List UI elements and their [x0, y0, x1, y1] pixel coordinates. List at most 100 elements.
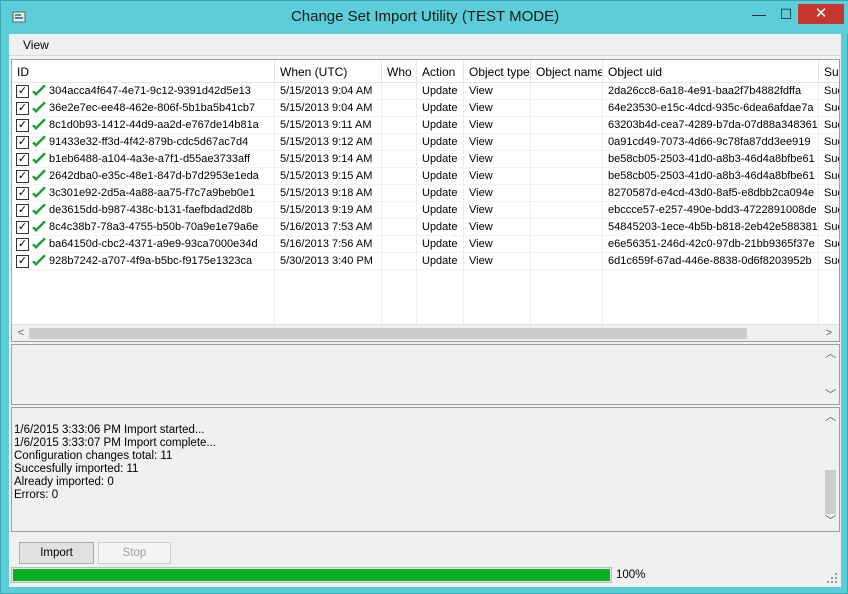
cell-id: ✓ 928b7242-a707-4f9a-b5bc-f9175e1323ca [12, 253, 275, 270]
detail-panel[interactable]: ︿ ﹀ [11, 344, 840, 405]
cell-object-type: View [464, 168, 531, 185]
cell-object-type: View [464, 100, 531, 117]
scrollbar-thumb[interactable] [29, 328, 747, 339]
cell-object-uid: 54845203-1ece-4b5b-b818-2eb42e588381 [603, 219, 819, 236]
cell-when: 5/16/2013 7:56 AM [275, 236, 382, 253]
column-header-object-type[interactable]: Object type [464, 60, 531, 83]
scroll-right-icon[interactable]: > [821, 326, 837, 341]
table-row[interactable]: ✓ 36e2e7ec-ee48-462e-806f-5b1ba5b41cb7 5/1… [12, 100, 839, 117]
scroll-left-icon[interactable]: < [13, 326, 29, 341]
cell-success: Suc [819, 100, 839, 117]
cell-object-name [531, 151, 603, 168]
cell-action: Update [417, 100, 464, 117]
resize-grip-icon[interactable] [827, 573, 838, 584]
cell-object-uid: e6e56351-246d-42c0-97db-21bb9365f37e [603, 236, 819, 253]
cell-success: Suc [819, 253, 839, 270]
row-checkbox[interactable]: ✓ [16, 85, 29, 98]
column-header-action[interactable]: Action [417, 60, 464, 83]
menu-view[interactable]: View [23, 38, 49, 52]
title-bar[interactable]: Change Set Import Utility (TEST MODE) — … [1, 1, 848, 34]
cell-id: ✓ ba64150d-cbc2-4371-a9e9-93ca7000e34d [12, 236, 275, 253]
change-id: 2642dba0-e35c-48e1-847d-b7d2953e1eda [49, 170, 259, 182]
cell-who [382, 202, 417, 219]
column-header-object-uid[interactable]: Object uid [603, 60, 819, 83]
cell-id: ✓ 3c301e92-2d5a-4a88-aa75-f7c7a9beb0e1 [12, 185, 275, 202]
cell-id: ✓ 91433e32-ff3d-4f42-879b-cdc5d67ac7d4 [12, 134, 275, 151]
change-id: 36e2e7ec-ee48-462e-806f-5b1ba5b41cb7 [49, 102, 256, 114]
column-header-when[interactable]: When (UTC) [275, 60, 382, 83]
table-row[interactable]: ✓ 3c301e92-2d5a-4a88-aa75-f7c7a9beb0e1 5/1… [12, 185, 839, 202]
stop-button[interactable]: Stop [98, 542, 171, 564]
column-header-who[interactable]: Who [382, 60, 417, 83]
cell-object-type: View [464, 253, 531, 270]
row-checkbox[interactable]: ✓ [16, 238, 29, 251]
scroll-up-icon[interactable]: ︿ [822, 347, 839, 362]
table-row[interactable]: ✓ b1eb6488-a104-4a3e-a7f1-d55ae3733aff 5/1… [12, 151, 839, 168]
cell-id: ✓ 36e2e7ec-ee48-462e-806f-5b1ba5b41cb7 [12, 100, 275, 117]
success-check-icon [32, 186, 46, 198]
scroll-down-icon[interactable]: ﹀ [822, 388, 839, 403]
scroll-down-icon[interactable]: ﹀ [822, 514, 839, 529]
table-row[interactable]: ✓ de3615dd-b987-438c-b131-faefbdad2d8b 5/1… [12, 202, 839, 219]
cell-object-uid: be58cb05-2503-41d0-a8b3-46d4a8bfbe61 [603, 168, 819, 185]
cell-who [382, 83, 417, 100]
log-line: Errors: 0 [14, 489, 59, 501]
cell-object-uid: be58cb05-2503-41d0-a8b3-46d4a8bfbe61 [603, 151, 819, 168]
row-checkbox[interactable]: ✓ [16, 170, 29, 183]
cell-action: Update [417, 117, 464, 134]
cell-object-type: View [464, 117, 531, 134]
table-row[interactable]: ✓ 8c1d0b93-1412-44d9-aa2d-e767de14b81a 5/1… [12, 117, 839, 134]
change-id: 928b7242-a707-4f9a-b5bc-f9175e1323ca [49, 255, 253, 267]
row-checkbox[interactable]: ✓ [16, 136, 29, 149]
import-button[interactable]: Import [19, 542, 94, 564]
cell-object-type: View [464, 134, 531, 151]
change-set-grid[interactable]: ID When (UTC) Who Action Object type Object n… [11, 59, 840, 342]
log-panel[interactable]: 1/6/2015 3:33:06 PM Import started... 1/6… [11, 407, 840, 532]
cell-object-name [531, 168, 603, 185]
table-row[interactable]: ✓ 2642dba0-e35c-48e1-847d-b7d2953e1eda 5/1… [12, 168, 839, 185]
cell-id: ✓ 2642dba0-e35c-48e1-847d-b7d2953e1eda [12, 168, 275, 185]
table-row[interactable]: ✓ 928b7242-a707-4f9a-b5bc-f9175e1323ca 5/3… [12, 253, 839, 270]
cell-object-name [531, 219, 603, 236]
cell-id: ✓ 8c1d0b93-1412-44d9-aa2d-e767de14b81a [12, 117, 275, 134]
scrollbar-thumb[interactable] [825, 470, 836, 514]
row-checkbox[interactable]: ✓ [16, 221, 29, 234]
cell-action: Update [417, 236, 464, 253]
cell-object-name [531, 134, 603, 151]
row-checkbox[interactable]: ✓ [16, 255, 29, 268]
table-row[interactable]: ✓ 8c4c38b7-78a3-4755-b50b-70a9e1e79a6e 5/1… [12, 219, 839, 236]
column-header-success[interactable]: Suc [819, 60, 839, 83]
row-checkbox[interactable]: ✓ [16, 187, 29, 200]
log-vertical-scrollbar[interactable]: ︿ ﹀ [822, 408, 839, 531]
column-header-id[interactable]: ID [12, 60, 275, 83]
maximize-button[interactable]: ☐ [773, 4, 799, 24]
cell-id: ✓ b1eb6488-a104-4a3e-a7f1-d55ae3733aff [12, 151, 275, 168]
cell-when: 5/15/2013 9:18 AM [275, 185, 382, 202]
cell-object-type: View [464, 151, 531, 168]
cell-who [382, 134, 417, 151]
cell-action: Update [417, 253, 464, 270]
row-checkbox[interactable]: ✓ [16, 102, 29, 115]
close-button[interactable]: ✕ [798, 4, 844, 24]
row-checkbox[interactable]: ✓ [16, 119, 29, 132]
horizontal-scrollbar[interactable]: < > [12, 324, 839, 341]
cell-object-name [531, 100, 603, 117]
cell-object-uid: 8270587d-e4cd-43d0-8af5-e8dbb2ca094e [603, 185, 819, 202]
cell-object-name [531, 236, 603, 253]
cell-who [382, 151, 417, 168]
success-check-icon [32, 220, 46, 232]
table-row[interactable]: ✓ ba64150d-cbc2-4371-a9e9-93ca7000e34d 5/1… [12, 236, 839, 253]
progress-bar [11, 567, 612, 583]
cell-when: 5/15/2013 9:12 AM [275, 134, 382, 151]
row-checkbox[interactable]: ✓ [16, 204, 29, 217]
client-area: View ID When (UTC) Who Action Object type Obj… [9, 34, 841, 587]
column-header-object-name[interactable]: Object name [531, 60, 603, 83]
detail-vertical-scrollbar[interactable]: ︿ ﹀ [822, 345, 839, 404]
row-checkbox[interactable]: ✓ [16, 153, 29, 166]
table-row[interactable]: ✓ 304acca4f647-4e71-9c12-9391d42d5e13 5/15… [12, 83, 839, 100]
scroll-up-icon[interactable]: ︿ [822, 410, 839, 425]
minimize-button[interactable]: — [746, 4, 772, 24]
table-row[interactable]: ✓ 91433e32-ff3d-4f42-879b-cdc5d67ac7d4 5/1… [12, 134, 839, 151]
cell-when: 5/15/2013 9:04 AM [275, 100, 382, 117]
cell-success: Suc [819, 168, 839, 185]
